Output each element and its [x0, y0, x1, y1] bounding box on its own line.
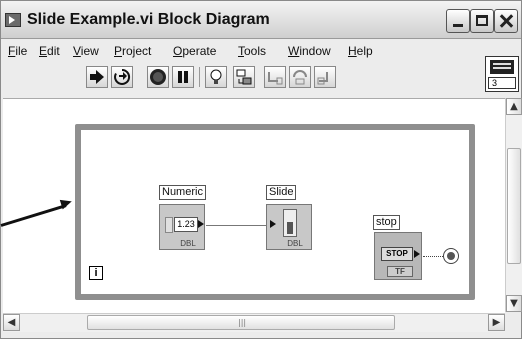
output-arrow-icon [414, 250, 420, 258]
vi-connector-pane-icon[interactable]: 3 [485, 56, 519, 92]
slide-track-icon [283, 209, 297, 237]
menu-file[interactable]: File [8, 44, 27, 58]
menu-help[interactable]: Help [348, 44, 373, 58]
stop-type: TF [387, 266, 413, 277]
highlight-execution-icon[interactable] [205, 66, 227, 88]
menu-operate[interactable]: Operate [173, 44, 216, 58]
pause-icon[interactable] [172, 66, 194, 88]
slide-terminal[interactable]: DBL [266, 204, 312, 250]
menu-tools[interactable]: Tools [238, 44, 266, 58]
maximize-button[interactable] [470, 9, 494, 33]
output-arrow-icon [198, 220, 204, 228]
stop-label[interactable]: stop [373, 215, 400, 230]
loop-iteration-terminal[interactable]: i [89, 266, 103, 280]
vi-icon-number: 3 [488, 77, 516, 89]
run-icon[interactable] [86, 66, 108, 88]
monitor-icon [490, 60, 514, 74]
minimize-button[interactable] [446, 9, 470, 33]
scroll-left-button[interactable]: ◀ [3, 314, 20, 331]
toolbar-separator [199, 67, 200, 87]
labview-vi-icon [5, 13, 21, 27]
menu-view[interactable]: View [73, 44, 99, 58]
grip-icon: ||| [238, 318, 247, 327]
numeric-type: DBL [180, 239, 196, 248]
block-diagram-window: Slide Example.vi Block Diagram File Edit… [0, 0, 522, 339]
stop-button-text: STOP [381, 247, 413, 261]
abort-icon[interactable] [147, 66, 169, 88]
menu-bar: File Edit View Project Operate Tools Win… [1, 39, 521, 61]
toolbar [1, 63, 479, 95]
stop-wire[interactable] [423, 256, 443, 257]
menu-edit[interactable]: Edit [39, 44, 60, 58]
slide-label[interactable]: Slide [266, 185, 297, 200]
loop-condition-terminal[interactable] [443, 248, 459, 264]
horizontal-scroll-thumb[interactable]: ||| [87, 315, 395, 330]
retain-wire-values-icon[interactable] [233, 66, 255, 88]
title-bar[interactable]: Slide Example.vi Block Diagram [1, 1, 521, 39]
scroll-down-button[interactable]: ▼ [506, 295, 522, 312]
scroll-up-button[interactable]: ▲ [506, 98, 522, 115]
increment-decrement-icon [165, 217, 173, 233]
vertical-scrollbar[interactable]: ▲ ▼ [505, 98, 522, 312]
numeric-to-slide-wire[interactable] [206, 225, 268, 226]
slide-type: DBL [287, 239, 303, 248]
step-into-icon[interactable] [264, 66, 286, 88]
input-arrow-icon [270, 220, 276, 228]
numeric-terminal[interactable]: 1.23 DBL [159, 204, 205, 250]
numeric-label[interactable]: Numeric [159, 185, 206, 200]
scroll-right-button[interactable]: ▶ [488, 314, 505, 331]
menu-window[interactable]: Window [288, 44, 331, 58]
horizontal-scrollbar[interactable]: ◀ ||| ▶ [3, 313, 505, 332]
close-button[interactable] [494, 9, 518, 33]
vertical-scroll-thumb[interactable] [507, 148, 521, 264]
step-over-icon[interactable] [289, 66, 311, 88]
stop-terminal[interactable]: STOP TF [374, 232, 422, 280]
menu-project[interactable]: Project [114, 44, 151, 58]
step-out-icon[interactable] [314, 66, 336, 88]
run-continuously-icon[interactable] [111, 66, 133, 88]
numeric-value: 1.23 [174, 217, 198, 232]
window-title: Slide Example.vi Block Diagram [27, 11, 270, 28]
